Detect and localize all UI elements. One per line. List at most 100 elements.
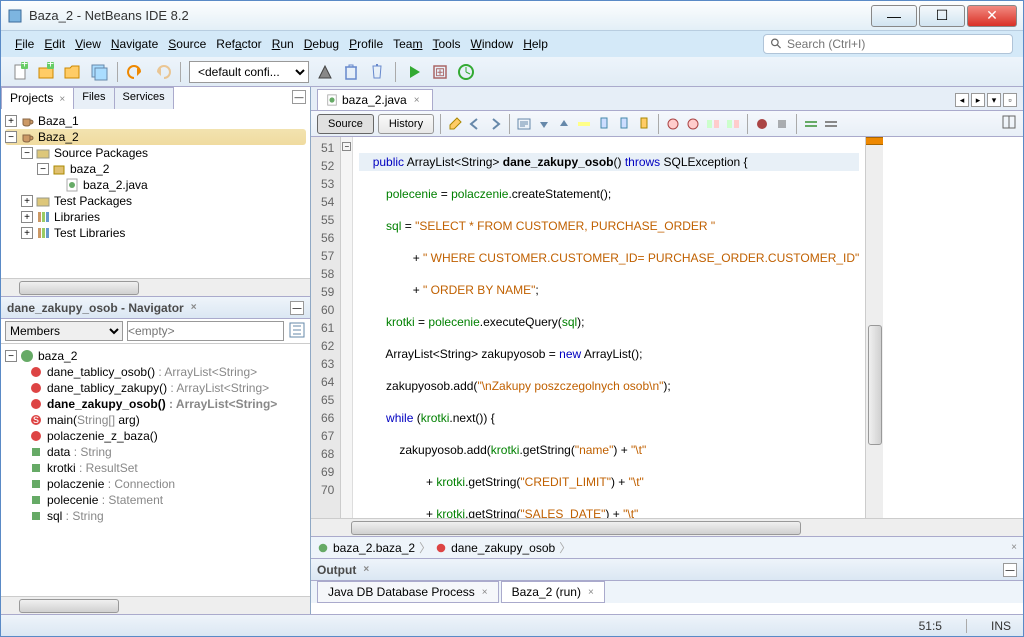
menu-refactor[interactable]: Refactor bbox=[212, 34, 265, 54]
run-icon[interactable] bbox=[404, 62, 424, 82]
close-icon[interactable]: × bbox=[588, 587, 594, 598]
projects-tab[interactable]: Projects × bbox=[1, 87, 74, 109]
minimize-panel-icon[interactable]: — bbox=[1003, 563, 1017, 577]
breadcrumb-class[interactable]: baza_2.baza_2 bbox=[333, 541, 415, 555]
maximize-editor-icon[interactable]: ▫ bbox=[1003, 93, 1017, 107]
code-editor[interactable]: 5152535455565758596061626364656667686970… bbox=[311, 137, 1023, 518]
menu-window[interactable]: Window bbox=[467, 34, 518, 54]
toggle-bookmark-icon[interactable] bbox=[636, 116, 652, 132]
services-tab[interactable]: Services bbox=[114, 87, 174, 109]
stop-macro-icon[interactable] bbox=[774, 116, 790, 132]
code-fold-gutter[interactable]: − bbox=[341, 137, 353, 518]
app-icon bbox=[7, 8, 23, 24]
close-icon[interactable]: × bbox=[191, 302, 197, 313]
comment-icon[interactable] bbox=[803, 116, 819, 132]
find-next-icon[interactable] bbox=[556, 116, 572, 132]
find-selection-icon[interactable] bbox=[516, 116, 532, 132]
svg-text:+: + bbox=[47, 62, 54, 71]
close-icon[interactable]: × bbox=[363, 564, 369, 575]
build-icon[interactable] bbox=[315, 62, 335, 82]
save-all-icon[interactable] bbox=[89, 62, 109, 82]
horizontal-scrollbar[interactable] bbox=[311, 518, 1023, 536]
close-icon[interactable]: × bbox=[59, 94, 65, 105]
package-icon bbox=[52, 162, 66, 176]
diff-prev-icon[interactable] bbox=[705, 116, 721, 132]
expander-icon[interactable]: − bbox=[5, 131, 17, 143]
clean-icon[interactable] bbox=[367, 62, 387, 82]
doc-list-icon[interactable]: ▾ bbox=[987, 93, 1001, 107]
config-select[interactable]: <default confi... bbox=[189, 61, 309, 83]
menu-navigate[interactable]: Navigate bbox=[107, 34, 162, 54]
close-icon[interactable]: × bbox=[482, 587, 488, 598]
minimize-button[interactable]: — bbox=[871, 5, 917, 27]
global-search[interactable] bbox=[763, 34, 1013, 54]
class-icon bbox=[20, 349, 34, 363]
expander-icon[interactable]: − bbox=[21, 147, 33, 159]
bookmark-prev-icon[interactable] bbox=[596, 116, 612, 132]
horizontal-scrollbar[interactable] bbox=[1, 596, 310, 614]
menu-profile[interactable]: Profile bbox=[345, 34, 387, 54]
split-editor-icon[interactable] bbox=[1001, 114, 1017, 130]
forward-icon[interactable] bbox=[487, 116, 503, 132]
breadcrumb-method[interactable]: dane_zakupy_osob bbox=[451, 541, 555, 555]
menu-debug[interactable]: Debug bbox=[300, 34, 343, 54]
clean-build-icon[interactable] bbox=[341, 62, 361, 82]
menu-tools[interactable]: Tools bbox=[428, 34, 464, 54]
debug-icon[interactable]: ⊞ bbox=[430, 62, 450, 82]
back-icon[interactable] bbox=[467, 116, 483, 132]
output-tab-run[interactable]: Baza_2 (run)× bbox=[501, 581, 605, 603]
menu-run[interactable]: Run bbox=[268, 34, 298, 54]
expander-icon[interactable]: + bbox=[21, 211, 33, 223]
find-prev-icon[interactable] bbox=[536, 116, 552, 132]
expander-icon[interactable]: + bbox=[21, 195, 33, 207]
navigator-filter-input[interactable] bbox=[127, 321, 284, 341]
last-edit-icon[interactable] bbox=[447, 116, 463, 132]
prev-tab-icon[interactable]: ◂ bbox=[955, 93, 969, 107]
source-view-button[interactable]: Source bbox=[317, 114, 374, 134]
menu-team[interactable]: Team bbox=[389, 34, 426, 54]
minimize-panel-icon[interactable]: — bbox=[290, 301, 304, 315]
expander-icon[interactable]: − bbox=[5, 350, 17, 362]
maximize-button[interactable]: ☐ bbox=[919, 5, 965, 27]
close-button[interactable]: ✕ bbox=[967, 5, 1017, 27]
navigator-tree[interactable]: −baza_2 dane_tablicy_osob() : ArrayList<… bbox=[1, 344, 310, 596]
search-input[interactable] bbox=[787, 37, 1006, 51]
svg-text:⊞: ⊞ bbox=[435, 65, 445, 79]
horizontal-scrollbar[interactable] bbox=[1, 278, 310, 296]
toggle-highlight-icon[interactable] bbox=[576, 116, 592, 132]
filter-settings-icon[interactable] bbox=[288, 321, 306, 339]
minimize-panel-icon[interactable]: — bbox=[292, 90, 306, 104]
expander-icon[interactable]: + bbox=[21, 227, 33, 239]
new-file-icon[interactable]: + bbox=[11, 62, 31, 82]
open-icon[interactable] bbox=[63, 62, 83, 82]
next-tab-icon[interactable]: ▸ bbox=[971, 93, 985, 107]
output-tab-db[interactable]: Java DB Database Process× bbox=[317, 581, 499, 603]
line-number-gutter[interactable]: 5152535455565758596061626364656667686970 bbox=[311, 137, 341, 518]
record-macro-icon[interactable] bbox=[754, 116, 770, 132]
close-icon[interactable]: × bbox=[1011, 542, 1017, 553]
members-select[interactable]: Members bbox=[5, 321, 123, 341]
close-icon[interactable]: × bbox=[414, 95, 420, 106]
files-tab[interactable]: Files bbox=[73, 87, 114, 109]
projects-tree[interactable]: +Baza_1 −Baza_2 −Source Packages −baza_2… bbox=[1, 109, 310, 278]
menu-file[interactable]: File bbox=[11, 34, 38, 54]
bookmark-next-icon[interactable] bbox=[616, 116, 632, 132]
vertical-scrollbar[interactable] bbox=[865, 137, 883, 518]
uncomment-icon[interactable] bbox=[823, 116, 839, 132]
profile-icon[interactable] bbox=[456, 62, 476, 82]
history-view-button[interactable]: History bbox=[378, 114, 434, 134]
undo-icon[interactable] bbox=[126, 62, 146, 82]
expander-icon[interactable]: − bbox=[37, 163, 49, 175]
redo-icon[interactable] bbox=[152, 62, 172, 82]
file-tab[interactable]: baza_2.java× bbox=[317, 89, 433, 110]
method-icon bbox=[29, 381, 43, 395]
expander-icon[interactable]: + bbox=[5, 115, 17, 127]
new-project-icon[interactable]: + bbox=[37, 62, 57, 82]
menu-view[interactable]: View bbox=[71, 34, 105, 54]
menu-edit[interactable]: Edit bbox=[40, 34, 69, 54]
prev-error-icon[interactable] bbox=[665, 116, 681, 132]
next-error-icon[interactable] bbox=[685, 116, 701, 132]
menu-source[interactable]: Source bbox=[164, 34, 210, 54]
menu-help[interactable]: Help bbox=[519, 34, 552, 54]
diff-next-icon[interactable] bbox=[725, 116, 741, 132]
